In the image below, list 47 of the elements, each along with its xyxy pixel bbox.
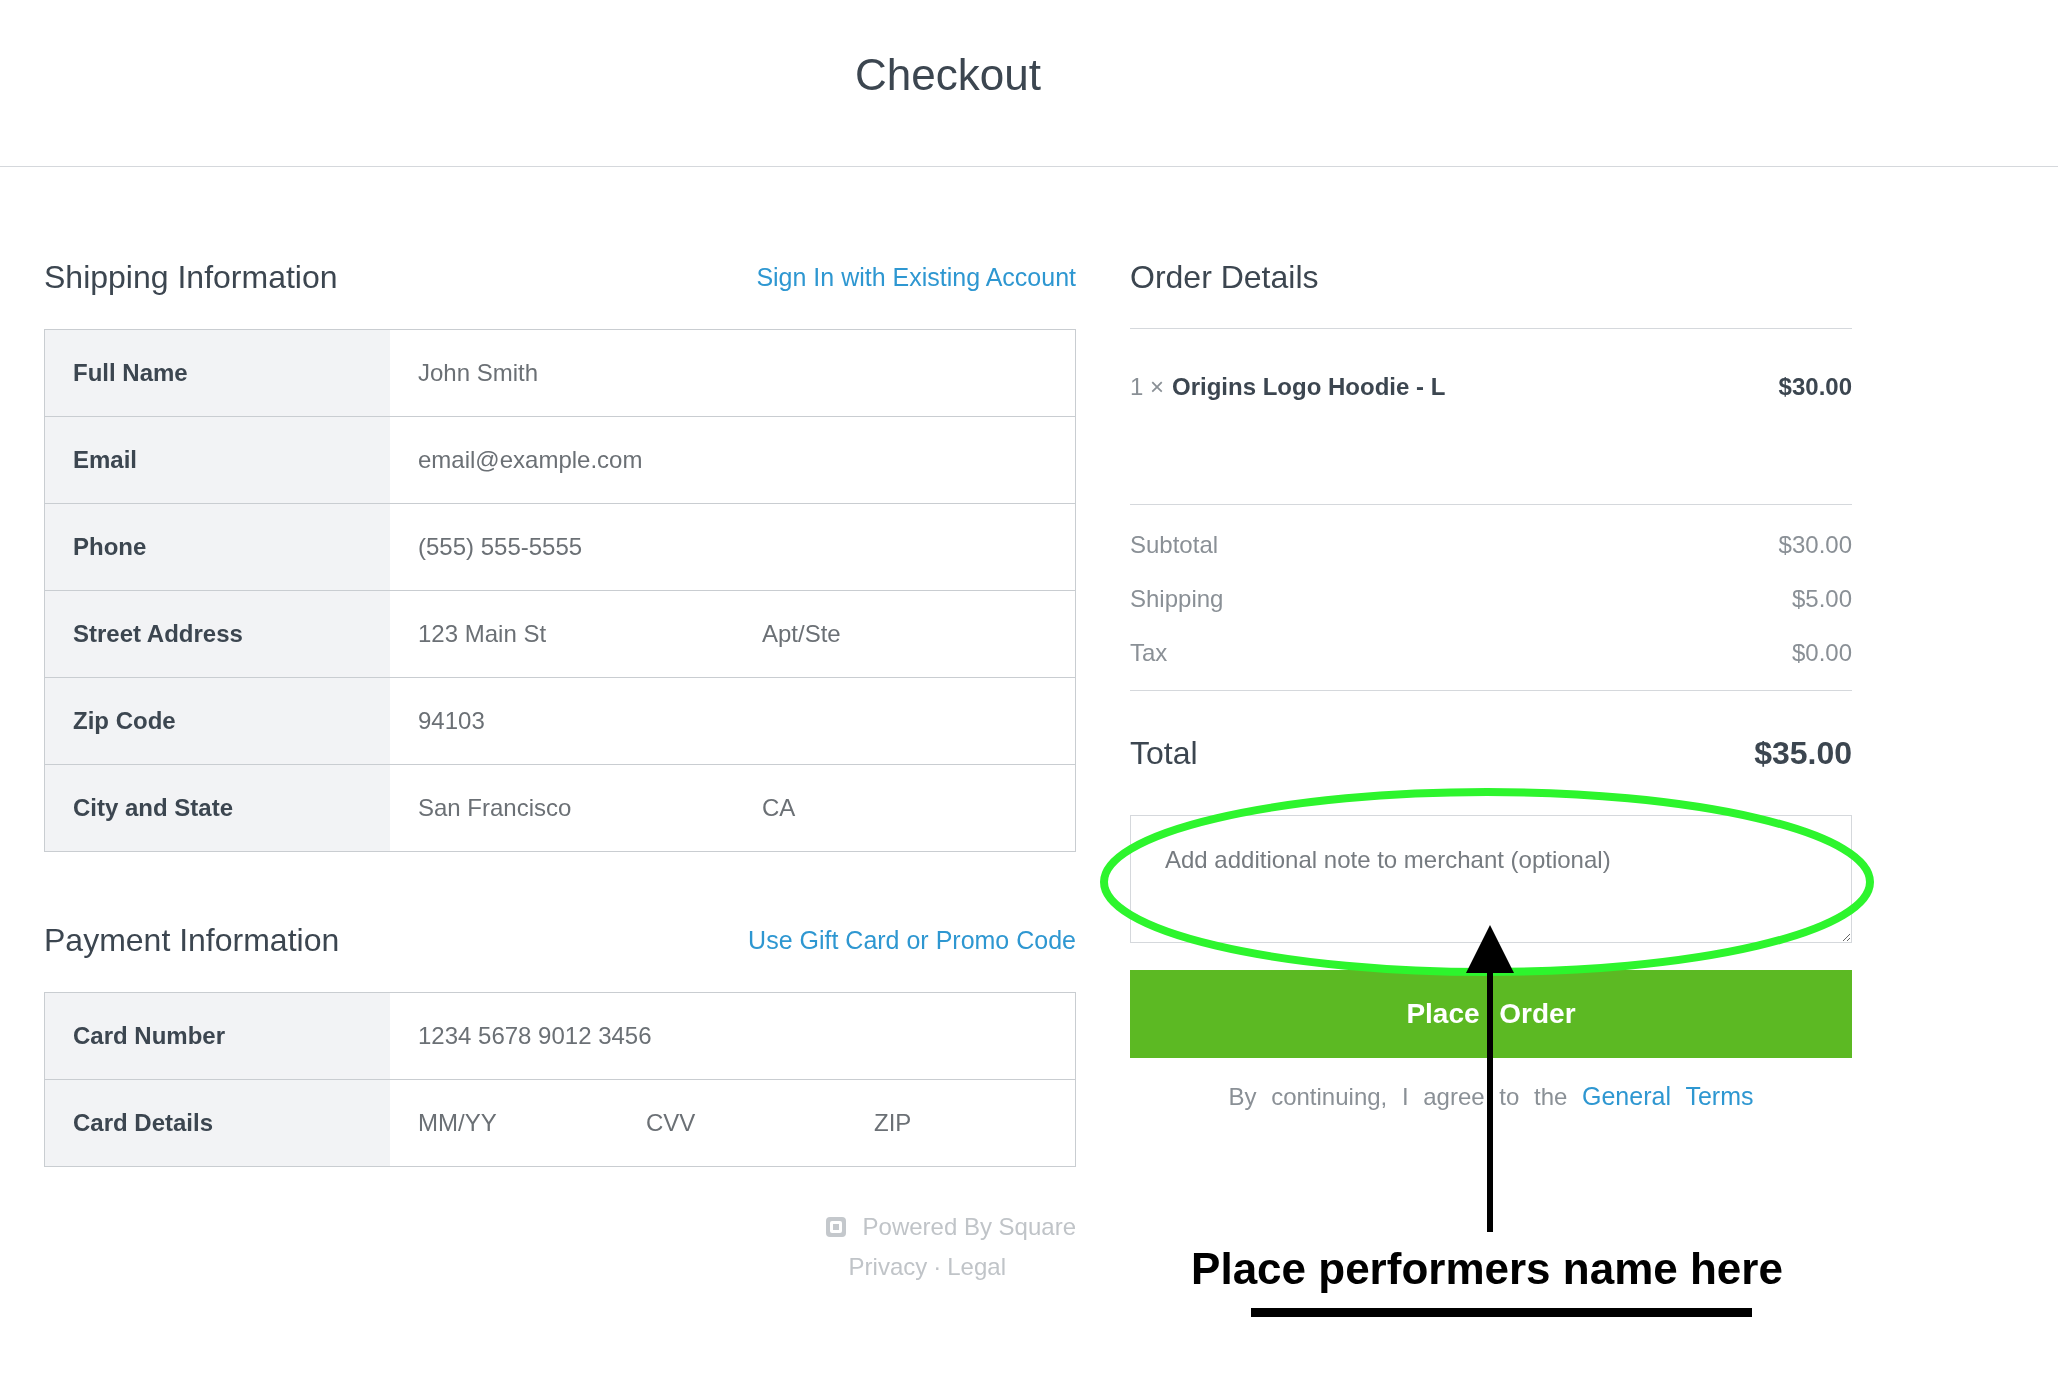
summary-value: $0.00 <box>1791 639 1852 667</box>
powered-by-text: Powered By Square <box>862 1213 1076 1241</box>
total-value: $35.00 <box>1754 734 1852 772</box>
item-name: Origins Logo Hoodie - L <box>1172 373 1447 401</box>
summary-value: $5.00 <box>1791 585 1852 613</box>
summary-value: $30.00 <box>1778 531 1852 559</box>
field-label: Email <box>45 417 390 503</box>
section-link[interactable]: Sign In with Existing Account <box>756 262 1076 292</box>
text-input[interactable]: ZIP <box>874 1103 1184 1143</box>
field-label: Card Details <box>45 1080 390 1166</box>
item-quantity: 1 × <box>1130 373 1165 401</box>
section-heading: Order Details <box>1130 247 1852 329</box>
text-input[interactable]: John Smith <box>418 353 1075 393</box>
total-label: Total <box>1130 734 1198 772</box>
text-input[interactable]: Apt/Ste <box>762 614 1075 654</box>
section-link[interactable]: Use Gift Card or Promo Code <box>748 925 1076 955</box>
separator-dot: · <box>933 1253 942 1281</box>
field-label: Zip Code <box>45 678 390 764</box>
annotation-text: Place performers name here <box>1190 1244 1784 1294</box>
summary-label: Shipping <box>1130 585 1224 613</box>
text-input[interactable]: 94103 <box>418 701 1075 741</box>
place-order-button[interactable]: Place Order <box>1130 970 1852 1058</box>
section-heading: Shipping Information <box>44 258 338 297</box>
page-title: Checkout <box>855 50 1041 101</box>
text-input[interactable]: 1234 5678 9012 3456 <box>418 1016 1075 1056</box>
summary-label: Subtotal <box>1130 531 1219 559</box>
section-heading: Payment Information <box>44 921 340 960</box>
field-label: Full Name <box>45 330 390 416</box>
note-field[interactable]: Add additional note to merchant (optional) <box>1130 815 1852 943</box>
text-input[interactable]: MM/YY <box>418 1103 646 1143</box>
text-input[interactable]: 123 Main St <box>418 614 762 654</box>
field-label: Street Address <box>45 591 390 677</box>
field-label: Card Number <box>45 993 390 1079</box>
item-price: $30.00 <box>1778 373 1852 401</box>
text-input[interactable]: CA <box>762 788 1075 828</box>
terms-link[interactable]: General Terms <box>1582 1082 1754 1110</box>
terms-text: By continuing, I agree to the General Terms <box>1227 1082 1755 1111</box>
text-input[interactable]: (555) 555-5555 <box>418 527 1075 567</box>
footer-link[interactable]: Legal <box>947 1253 1006 1281</box>
field-label: Phone <box>45 504 390 590</box>
text-input[interactable]: email@example.com <box>418 440 1075 480</box>
footer-link[interactable]: Privacy <box>848 1253 928 1281</box>
summary-label: Tax <box>1130 639 1168 667</box>
text-input[interactable]: CVV <box>646 1103 874 1143</box>
field-label: City and State <box>45 765 390 851</box>
text-input[interactable]: San Francisco <box>418 788 762 828</box>
square-logo-icon <box>824 1216 847 1238</box>
